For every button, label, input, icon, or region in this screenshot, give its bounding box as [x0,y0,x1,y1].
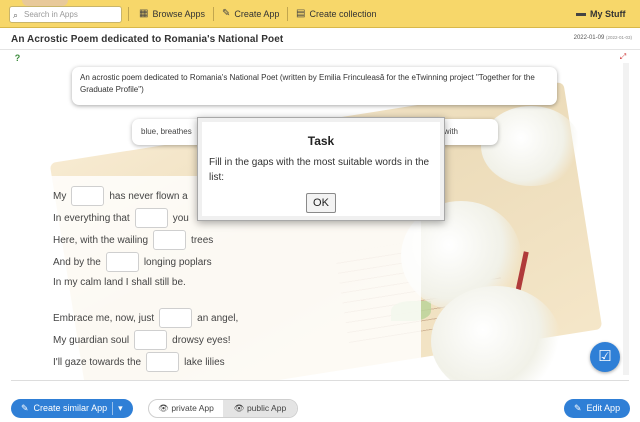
grid-icon: ▦ [139,8,149,19]
collection-icon: ▤ [296,8,306,19]
bottom-toolbar: ✎ Create similar App ▾ 👁 private App 👁 p… [0,396,640,422]
page-title: An Acrostic Poem dedicated to Romania's … [11,34,284,45]
gap-input[interactable] [134,330,168,350]
word-bank-start: blue, breathes [141,127,192,136]
my-stuff-link[interactable]: ▬ My Stuff [576,7,626,21]
poem-text: Here, with the wailing [53,234,149,246]
poem-text: And by the [53,256,101,268]
task-dialog-body: Task Fill in the gaps with the most suit… [202,122,440,216]
task-dialog: Task Fill in the gaps with the most suit… [197,117,445,221]
poem-line-3: Here, with the wailing trees [53,230,213,250]
nav-divider [213,7,214,21]
button-divider [112,402,114,415]
poem-text: I'll gaze towards the [53,356,142,368]
task-dialog-title: Task [307,134,335,148]
gap-input[interactable] [134,208,168,228]
poem-text: lake lilies [184,356,225,368]
gap-input[interactable] [71,186,105,206]
create-similar-app-button[interactable]: ✎ Create similar App ▾ [11,399,133,418]
task-dialog-text: Fill in the gaps with the most suitable … [209,157,430,183]
private-label: private App [171,403,214,413]
ok-button[interactable]: OK [306,193,336,213]
app-titlebar: An Acrostic Poem dedicated to Romania's … [0,28,640,50]
create-collection-link[interactable]: ▤ Create collection [296,7,377,21]
nav-divider [287,7,288,21]
poem-text: trees [191,234,214,246]
app-date-small: (2022-01-03) [605,35,632,40]
caret-down-icon[interactable]: ▾ [118,399,123,418]
background-flower [481,106,581,186]
poem-line-4: And by the longing poplars [53,252,212,272]
pencil-icon: ✎ [574,403,582,413]
gap-input[interactable] [159,308,193,328]
search-placeholder: Search in Apps [24,10,78,19]
poem-text: longing poplars [143,256,212,268]
public-app-option[interactable]: 👁 public App [223,400,297,417]
search-input[interactable]: ⌕ Search in Apps [9,6,122,23]
scrollbar[interactable] [623,63,629,375]
poem-line-2: In everything that you [53,208,189,228]
create-similar-label: Create similar App [33,403,108,413]
browse-apps-label: Browse Apps [152,9,205,19]
poem-text: an angel, [197,312,239,324]
check-answers-button[interactable]: ☑ [590,342,620,372]
app-date: 2022-01-09 (2022-01-03) [574,35,632,41]
help-icon[interactable]: ? [12,53,23,64]
app-date-main: 2022-01-09 [573,35,605,41]
pencil-icon: ✎ [222,8,231,19]
folder-icon: ▬ [576,8,586,19]
poem-line-5: In my calm land I shall still be. [53,277,186,288]
gap-input[interactable] [153,230,187,250]
nav-divider [128,7,129,21]
poem-text: My [53,190,67,202]
create-app-link[interactable]: ✎ Create App [222,7,279,21]
browse-apps-link[interactable]: ▦ Browse Apps [139,7,205,21]
poem-line-8: I'll gaze towards the lake lilies [53,352,225,372]
fullscreen-icon[interactable]: ⤢ [618,52,628,62]
public-label: public App [246,403,287,413]
gap-input[interactable] [105,252,139,272]
word-bank-end: with [443,127,458,136]
poem-text: drowsy eyes! [172,334,231,346]
create-app-label: Create App [234,9,280,19]
edit-app-label: Edit App [586,403,621,413]
edit-app-button[interactable]: ✎ Edit App [564,399,631,418]
poem-line-1: My has never flown a [53,186,188,206]
search-icon: ⌕ [13,10,19,20]
top-navbar: ⌕ Search in Apps ▦ Browse Apps ✎ Create … [0,0,640,28]
create-collection-label: Create collection [309,9,377,19]
poem-text: you [172,212,189,224]
intro-textbox: An acrostic poem dedicated to Romania's … [72,67,557,105]
poem-text: Embrace me, now, just [53,312,155,324]
poem-text: has never flown a [109,190,188,202]
private-app-option[interactable]: 👁 private App [149,400,223,417]
poem-line-7: My guardian soul drowsy eyes! [53,330,231,350]
poem-text: In everything that [53,212,130,224]
gap-input[interactable] [146,352,180,372]
edit-icon: ✎ [21,403,29,413]
visibility-toggle: 👁 private App 👁 public App [148,399,298,418]
poem-text: In my calm land I shall still be. [53,277,186,288]
poem-text: My guardian soul [53,334,130,346]
checkmark-icon: ☑ [598,348,612,365]
my-stuff-label: My Stuff [590,9,626,19]
poem-line-6: Embrace me, now, just an angel, [53,308,238,328]
